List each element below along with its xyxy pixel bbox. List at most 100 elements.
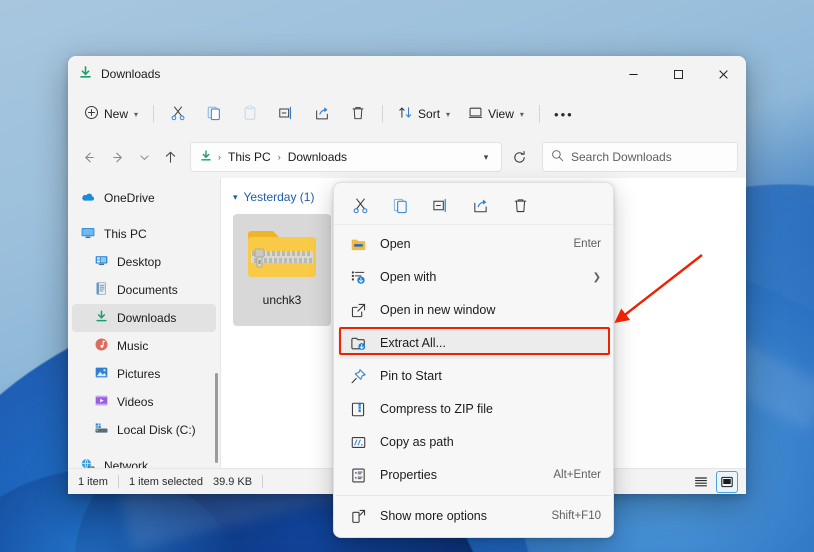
properties-icon [348,466,368,484]
menu-item-accelerator: Enter [574,238,602,250]
copy-path-icon [348,433,368,451]
delete-button[interactable] [500,190,540,222]
sidebar-item-desktop[interactable]: Desktop [72,248,216,276]
scissors-icon [170,105,186,124]
search-placeholder: Search Downloads [571,150,672,164]
sidebar-gap [68,444,220,452]
new-button[interactable]: New ▾ [76,99,146,129]
menu-item-open-in-new-window[interactable]: Open in new window [338,294,609,326]
menu-item-extract-all[interactable]: Extract All... [338,327,609,359]
copy-icon [206,105,222,124]
forward-button[interactable] [104,143,132,171]
folder-open-icon [348,235,368,253]
navigation-pane: OneDrive This PC [68,178,220,468]
menu-item-properties[interactable]: Properties Alt+Enter [338,459,609,491]
up-button[interactable] [156,143,184,171]
rename-button[interactable] [269,99,303,129]
search-icon [551,149,564,165]
sort-button[interactable]: Sort ▾ [390,99,458,129]
sort-icon [398,105,413,123]
chevron-down-icon: ▾ [446,110,450,119]
rename-icon [278,105,294,124]
chevron-right-icon: ❯ [593,272,601,283]
window-title-group: Downloads [68,65,160,83]
menu-item-label: Open [380,237,574,251]
breadcrumb-downloads[interactable]: Downloads [283,148,352,166]
documents-icon [94,281,109,299]
menu-item-label: Open with [380,270,593,284]
search-input[interactable]: Search Downloads [542,142,738,172]
sidebar-item-videos[interactable]: Videos [72,388,216,416]
menu-item-label: Open in new window [380,303,601,317]
cut-button[interactable] [340,190,380,222]
sidebar-item-label: Documents [117,283,178,297]
menu-item-open-with[interactable]: Open with ❯ [338,261,609,293]
ellipsis-icon: ••• [554,107,574,122]
menu-divider [336,495,611,496]
sidebar-item-this-pc[interactable]: This PC [72,220,216,248]
address-bar[interactable]: › This PC › Downloads ▾ [190,142,502,172]
maximize-button[interactable] [656,56,701,92]
menu-item-copy-as-path[interactable]: Copy as path [338,426,609,458]
breadcrumb: › This PC › Downloads [218,148,475,166]
view-button[interactable]: View ▾ [460,99,532,129]
delete-button[interactable] [341,99,375,129]
sidebar-item-label: Pictures [117,367,160,381]
pictures-icon [94,365,109,383]
status-item-count: 1 item [78,476,108,488]
share-button[interactable] [305,99,339,129]
context-menu-toolbar [334,187,613,225]
group-header-label: Yesterday (1) [244,190,315,204]
close-button[interactable] [701,56,746,92]
music-note-icon [94,337,109,355]
menu-item-accelerator: Shift+F10 [551,510,601,522]
minimize-button[interactable] [611,56,656,92]
sidebar-item-label: Downloads [117,311,176,325]
window-titlebar: Downloads [68,56,746,92]
sidebar-gap [68,212,220,220]
sidebar-scrollbar[interactable] [215,373,218,463]
back-button[interactable] [74,143,102,171]
menu-item-pin-to-start[interactable]: Pin to Start [338,360,609,392]
cut-button[interactable] [161,99,195,129]
menu-item-open[interactable]: Open Enter [338,228,609,260]
monitor-icon [80,225,96,244]
copy-button[interactable] [197,99,231,129]
sidebar-item-network[interactable]: Network [72,452,216,468]
menu-item-show-more-options[interactable]: Show more options Shift+F10 [338,500,609,532]
command-toolbar: New ▾ [68,92,746,136]
paste-button[interactable] [233,99,267,129]
file-item-unchk3[interactable]: unchk3 [233,214,331,326]
chevron-down-icon: ▾ [520,110,524,119]
rename-button[interactable] [420,190,460,222]
menu-item-accelerator: Alt+Enter [553,469,601,481]
details-view-icon[interactable] [716,471,738,493]
recent-locations-button[interactable] [134,143,154,171]
menu-item-label: Copy as path [380,435,601,449]
zip-folder-icon [245,224,319,287]
refresh-button[interactable] [506,144,532,170]
breadcrumb-separator: › [278,152,281,162]
sidebar-item-label: OneDrive [104,191,155,205]
copy-button[interactable] [380,190,420,222]
menu-item-label: Properties [380,468,553,482]
see-more-button[interactable]: ••• [547,99,581,129]
sidebar-item-local-disk-c[interactable]: Local Disk (C:) [72,416,216,444]
sidebar-item-pictures[interactable]: Pictures [72,360,216,388]
context-menu: Open Enter Open with ❯ Open in new [333,182,614,538]
breadcrumb-this-pc[interactable]: This PC [223,148,276,166]
view-button-label: View [488,107,514,121]
sidebar-item-music[interactable]: Music [72,332,216,360]
list-view-icon[interactable] [690,471,712,493]
menu-item-compress-to-zip[interactable]: Compress to ZIP file [338,393,609,425]
sidebar-item-downloads[interactable]: Downloads [72,304,216,332]
share-button[interactable] [460,190,500,222]
sidebar-item-documents[interactable]: Documents [72,276,216,304]
sidebar-item-onedrive[interactable]: OneDrive [72,184,216,212]
downloads-arrow-icon [94,309,109,327]
address-bar-row: › This PC › Downloads ▾ Search Downloads [68,136,746,178]
paste-icon [242,105,258,124]
toolbar-divider-3 [539,105,540,123]
chevron-down-icon[interactable]: ▾ [475,152,497,163]
file-item-label: unchk3 [263,293,302,307]
